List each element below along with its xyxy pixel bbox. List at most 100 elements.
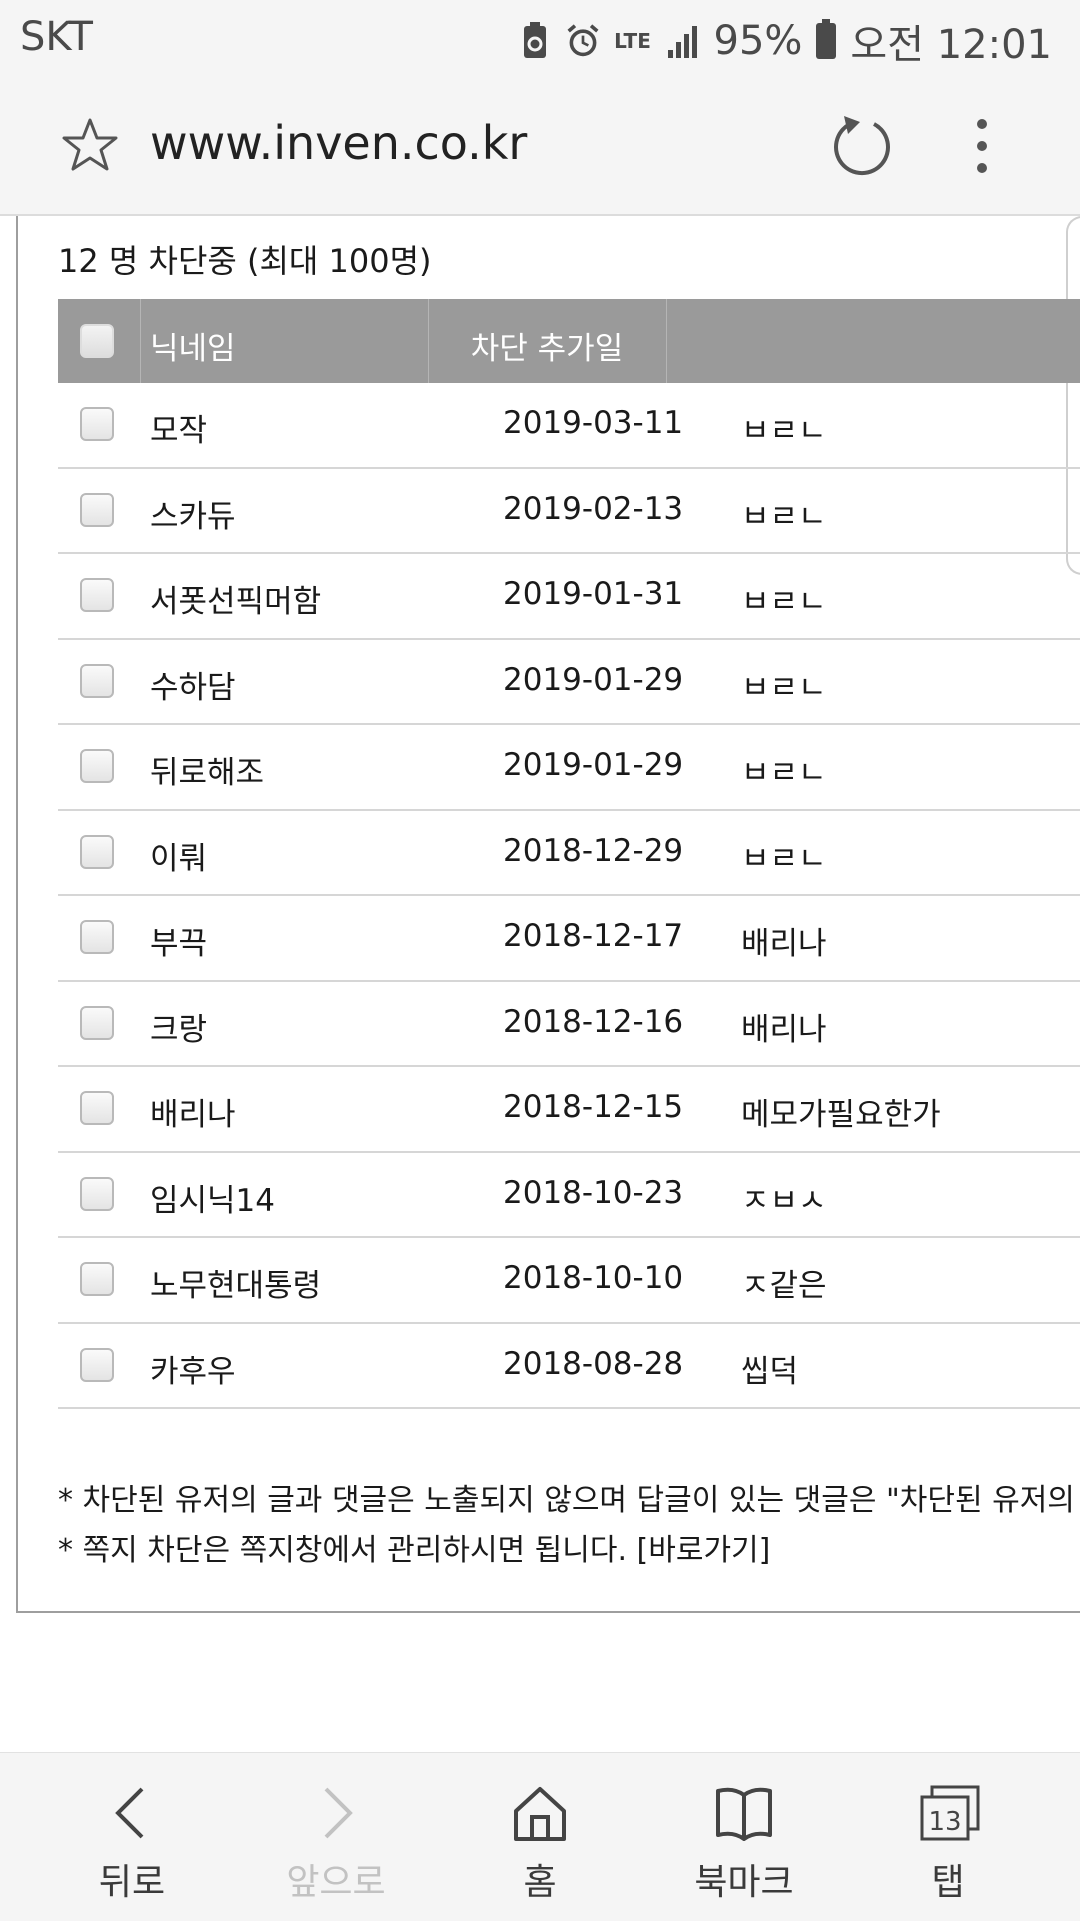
row-checkbox[interactable] <box>80 578 114 612</box>
row-checkbox[interactable] <box>80 1176 114 1211</box>
nickname-cell: 뒤로해조 <box>150 755 265 791</box>
date-cell: 2018-10-23 <box>503 1174 684 1211</box>
nav-home-button[interactable]: 홈 <box>440 1753 640 1921</box>
table-body: 모작 2019-03-11 ㅂㄹㄴ 스카듀 2019-02-13 ㅂㄹㄴ 서폿선픽머함 201… <box>58 383 1080 1409</box>
row-checkbox[interactable] <box>80 1091 114 1125</box>
nickname-cell: 스카듀 <box>150 498 236 535</box>
table-row: 크랑 2018-12-16 배리나 <box>58 982 1080 1067</box>
memo-cell: ㅈㅂㅅ <box>741 1182 827 1219</box>
nav-back-button[interactable]: 뒤로 <box>32 1753 232 1921</box>
table-row: 노무현대통령 2018-10-10 ㅈ같은 <box>58 1238 1080 1324</box>
tabs-icon: 13 <box>920 1785 980 1841</box>
more-options-icon[interactable] <box>970 114 994 178</box>
nav-forward-label: 앞으로 <box>286 1862 386 1903</box>
nav-forward-button[interactable]: 앞으로 <box>236 1753 436 1921</box>
date-cell: 2018-10-10 <box>503 1260 684 1296</box>
browser-url-bar: www.inven.co.kr <box>0 74 1080 216</box>
date-cell: 2019-03-11 <box>503 405 684 441</box>
bottom-nav: 뒤로 앞으로 홈 북마크 13 탭 <box>0 1752 1080 1921</box>
row-checkbox[interactable] <box>80 663 114 698</box>
table-row: 이뤄 2018-12-29 ㅂㄹㄴ <box>58 811 1080 896</box>
signal-icon <box>667 26 697 58</box>
nickname-cell: 이뤄 <box>150 840 208 877</box>
battery-percent: 95% <box>713 18 803 64</box>
nickname-cell: 서폿선픽머함 <box>150 584 322 620</box>
table-row: 임시닉14 2018-10-23 ㅈㅂㅅ <box>58 1153 1080 1238</box>
table-row: 카후우 2018-08-28 씹덕 <box>58 1324 1080 1409</box>
table-row: 배리나 2018-12-15 메모가필요한가 <box>58 1067 1080 1153</box>
row-checkbox[interactable] <box>80 1005 114 1040</box>
note-line: * 쪽지 차단은 쪽지창에서 관리하시면 됩니다. [바로가기] <box>58 1533 771 1568</box>
header-date-added: 차단 추가일 <box>470 331 624 367</box>
nickname-cell: 임시닉14 <box>150 1182 276 1219</box>
date-cell: 2018-12-29 <box>503 832 684 869</box>
alarm-icon <box>567 24 598 57</box>
battery-icon <box>816 19 837 59</box>
note-line: * 차단된 유저의 글과 댓글은 노출되지 않으며 답글이 있는 댓글은 "차단… <box>58 1483 1075 1518</box>
row-checkbox[interactable] <box>80 1347 114 1382</box>
table-row: 부끅 2018-12-17 배리나 <box>58 896 1080 982</box>
memo-cell: 배리나 <box>741 926 827 962</box>
bookmark-star-icon[interactable] <box>60 116 120 176</box>
nickname-cell: 노무현대통령 <box>150 1268 322 1304</box>
table-row: 수하담 2019-01-29 ㅂㄹㄴ <box>58 640 1080 725</box>
status-bar: SKT LTE 95% 오전 12:01 <box>0 0 1080 74</box>
nav-tabs-button[interactable]: 13 탭 <box>848 1753 1048 1921</box>
memo-cell: ㅂㄹㄴ <box>741 498 827 535</box>
row-checkbox[interactable] <box>80 749 114 783</box>
tab-count: 13 <box>928 1807 961 1837</box>
date-cell: 2018-12-16 <box>503 1003 684 1040</box>
notes: * 차단된 유저의 글과 댓글은 노출되지 않으며 답글이 있는 댓글은 "차단… <box>58 1476 1075 1576</box>
memo-cell: ㅂㄹㄴ <box>741 755 827 791</box>
reload-icon[interactable] <box>830 114 894 178</box>
nav-bookmarks-label: 북마크 <box>694 1862 794 1903</box>
date-cell: 2018-08-28 <box>503 1345 684 1382</box>
table-row: 서폿선픽머함 2019-01-31 ㅂㄹㄴ <box>58 554 1080 640</box>
date-cell: 2019-01-29 <box>503 661 684 698</box>
date-cell: 2019-01-31 <box>503 576 684 612</box>
nickname-cell: 배리나 <box>150 1097 236 1133</box>
date-cell: 2019-01-29 <box>503 747 684 783</box>
row-checkbox[interactable] <box>80 1262 114 1296</box>
memo-cell: ㅂㄹㄴ <box>741 840 827 877</box>
header-divider <box>140 299 141 383</box>
nav-home-label: 홈 <box>523 1862 557 1903</box>
carrier-label: SKT <box>20 14 93 60</box>
header-divider <box>666 299 667 383</box>
chevron-left-icon <box>115 1787 144 1839</box>
clock: 오전 12:01 <box>850 22 1052 68</box>
status-icons: LTE 95% 오전 12:01 <box>518 12 1052 70</box>
date-cell: 2018-12-15 <box>503 1089 684 1125</box>
select-all-checkbox[interactable] <box>80 324 114 358</box>
row-checkbox[interactable] <box>80 834 114 869</box>
nav-back-label: 뒤로 <box>98 1862 166 1903</box>
row-checkbox[interactable] <box>80 407 114 441</box>
row-checkbox[interactable] <box>80 920 114 954</box>
block-count-text: 12 명 차단중 (최대 100명) <box>58 242 432 280</box>
url-field[interactable]: www.inven.co.kr <box>150 116 527 170</box>
date-cell: 2018-12-17 <box>503 918 684 954</box>
nickname-cell: 카후우 <box>150 1353 236 1390</box>
battery-saver-icon <box>523 22 546 58</box>
date-cell: 2019-02-13 <box>503 490 684 527</box>
nickname-cell: 수하담 <box>150 669 236 706</box>
nav-bookmarks-button[interactable]: 북마크 <box>644 1753 844 1921</box>
lte-icon: LTE <box>614 29 651 53</box>
nickname-cell: 모작 <box>150 413 208 449</box>
row-checkbox[interactable] <box>80 492 114 527</box>
nickname-cell: 부끅 <box>150 926 208 962</box>
block-list-table: 닉네임 차단 추가일 모작 2019-03-11 ㅂㄹㄴ 스카듀 2019-02-13 ㅂ… <box>58 299 1080 1409</box>
memo-cell: ㅈ같은 <box>741 1268 827 1304</box>
table-header: 닉네임 차단 추가일 <box>58 299 1080 383</box>
table-row: 스카듀 2019-02-13 ㅂㄹㄴ <box>58 469 1080 554</box>
nav-tabs-label: 탭 <box>931 1862 965 1903</box>
table-row: 모작 2019-03-11 ㅂㄹㄴ <box>58 383 1080 469</box>
nickname-cell: 크랑 <box>150 1011 208 1048</box>
home-icon <box>514 1787 566 1841</box>
memo-cell: ㅂㄹㄴ <box>741 584 827 620</box>
memo-cell: 메모가필요한가 <box>741 1097 941 1133</box>
memo-cell: ㅂㄹㄴ <box>741 669 827 706</box>
memo-cell: 배리나 <box>741 1011 827 1048</box>
memo-cell: 씹덕 <box>741 1353 799 1390</box>
chevron-right-icon <box>324 1787 353 1839</box>
